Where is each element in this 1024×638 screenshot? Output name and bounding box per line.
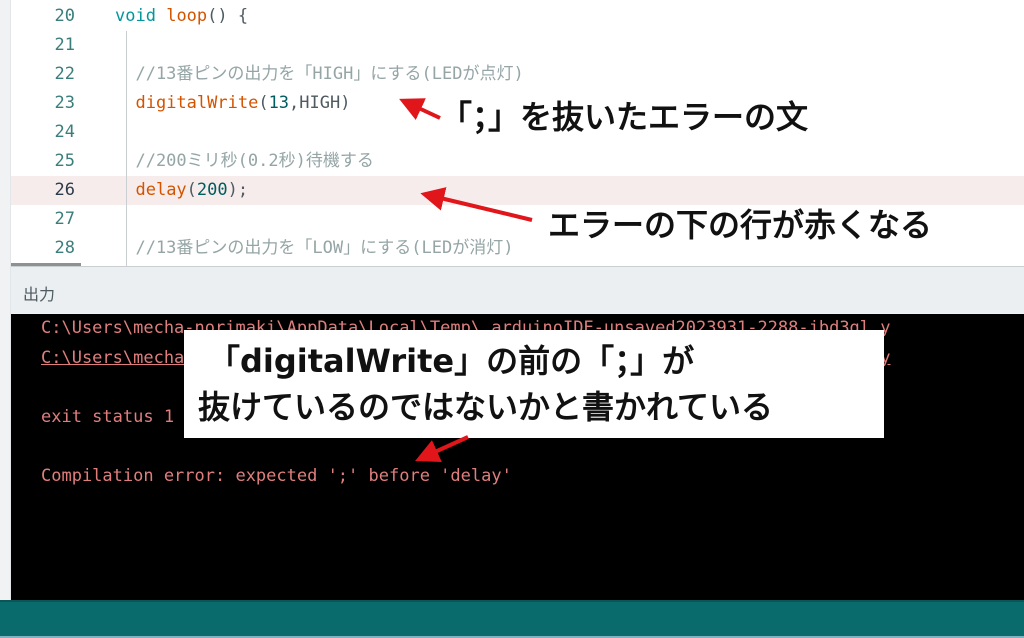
code-token: digitalWrite [135, 93, 259, 113]
code-token: 13 [268, 93, 290, 113]
code-line[interactable]: 25 //200ミリ秒(0.2秒)待機する [11, 147, 1024, 176]
code-token: //200ミリ秒(0.2秒)待機する [115, 151, 374, 171]
code-text: //13番ピンの出力を「HIGH」にする(LEDが点灯) [115, 60, 524, 89]
annotation-explanation-line1: 「digitalWrite」の前の「；」が [208, 342, 695, 380]
output-panel-header: 出力 [11, 267, 1024, 313]
code-token: //13番ピンの出力を「LOW」にする(LEDが消灯) [115, 238, 514, 258]
output-panel-title: 出力 [23, 285, 56, 304]
line-number: 20 [54, 6, 75, 26]
annotation-red-line: エラーの下の行が赤くなる [548, 206, 933, 244]
code-token: ,HIGH) [289, 93, 351, 113]
line-number: 27 [54, 209, 75, 229]
console-line: exit status 1 [41, 406, 175, 427]
line-number: 23 [54, 93, 75, 113]
code-text: //200ミリ秒(0.2秒)待機する [115, 147, 374, 176]
line-number: 22 [54, 64, 75, 84]
status-bar [0, 600, 1024, 638]
code-text: delay(200); [115, 176, 248, 205]
code-token: ); [227, 180, 249, 200]
code-line[interactable]: 21 [11, 31, 1024, 60]
console-line: Compilation error: expected ';' before '… [41, 465, 512, 486]
left-sidebar-edge [0, 0, 11, 600]
code-text: //13番ピンの出力を「LOW」にする(LEDが消灯) [115, 234, 513, 263]
line-number: 21 [54, 35, 75, 55]
code-token: delay [135, 180, 187, 200]
line-number: 25 [54, 151, 75, 171]
annotation-explanation-line2: 抜けているのではないかと書かれている [198, 388, 774, 426]
code-line[interactable]: 22 //13番ピンの出力を「HIGH」にする(LEDが点灯) [11, 60, 1024, 89]
indent-guide [126, 31, 127, 266]
code-token: ( [186, 180, 197, 200]
code-token: () { [207, 6, 249, 26]
line-number: 24 [54, 122, 75, 142]
code-line[interactable]: 20 void loop() { [11, 2, 1024, 31]
code-token: //13番ピンの出力を「HIGH」にする(LEDが点灯) [115, 64, 524, 84]
code-text: digitalWrite(13,HIGH) [115, 89, 350, 118]
line-number: 28 [54, 238, 75, 258]
code-token: void [115, 6, 156, 26]
code-text: void loop() { [115, 2, 248, 31]
code-token: ( [258, 93, 269, 113]
annotation-explanation-box: 「digitalWrite」の前の「；」が 抜けているのではないかと書かれている [184, 330, 884, 438]
line-number: 26 [54, 180, 75, 200]
annotation-missing-semicolon: 「；」を抜いたエラーの文 [440, 98, 809, 136]
code-token: 200 [196, 180, 228, 200]
code-token: loop [166, 6, 208, 26]
